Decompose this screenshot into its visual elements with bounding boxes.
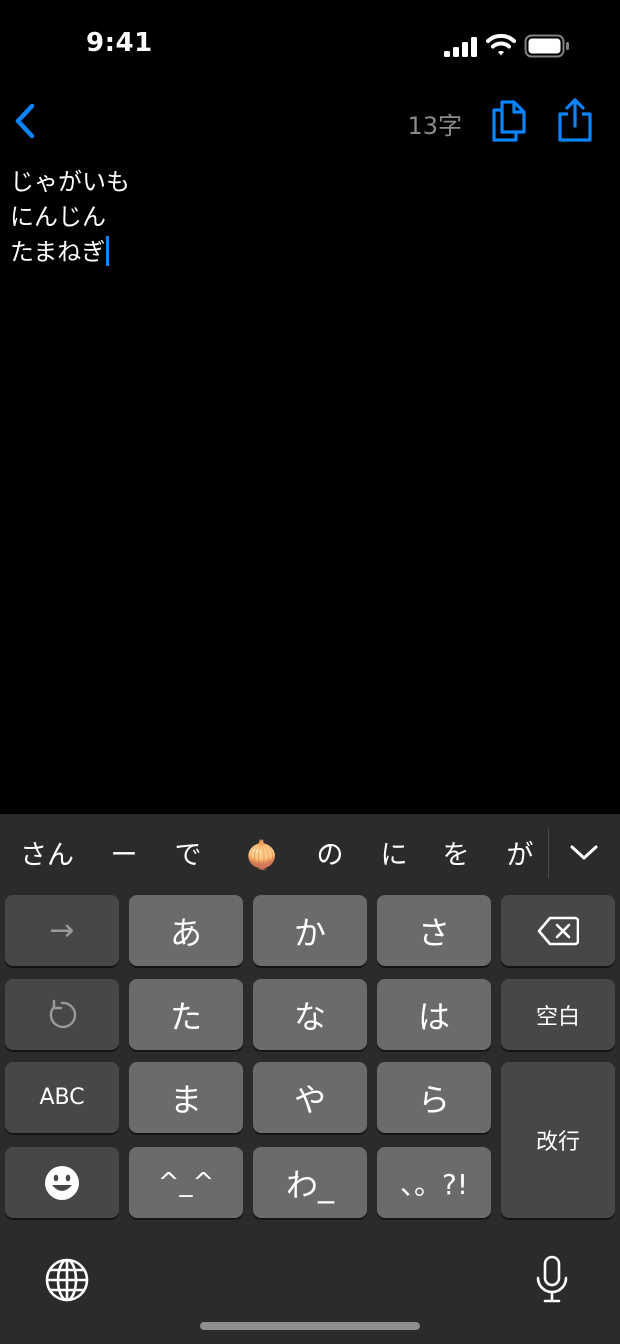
text-caret xyxy=(106,236,110,266)
battery-icon xyxy=(524,34,569,58)
home-indicator xyxy=(200,1322,420,1330)
keyboard: さん ー で 🧅 の に を が → あ か さ た な は 空白 ABC ま … xyxy=(0,814,620,1344)
key-ka[interactable]: か xyxy=(253,895,367,966)
microphone-icon xyxy=(536,1255,568,1303)
copy-button[interactable] xyxy=(488,96,532,146)
note-line: にんじん xyxy=(10,203,106,231)
key-ya[interactable]: や xyxy=(253,1062,367,1133)
delete-key[interactable] xyxy=(501,895,615,966)
abc-key[interactable]: ABC xyxy=(5,1062,119,1133)
suggestion-item[interactable]: が xyxy=(500,834,540,878)
undo-key[interactable] xyxy=(5,979,119,1050)
suggestion-item[interactable]: を xyxy=(436,834,476,878)
key-ha[interactable]: は xyxy=(377,979,491,1050)
status-time: 9:41 xyxy=(86,28,153,58)
note-line-text: たまねぎ xyxy=(10,238,106,266)
dictation-button[interactable] xyxy=(532,1254,572,1306)
key-na[interactable]: な xyxy=(253,979,367,1050)
share-button[interactable] xyxy=(552,96,598,146)
note-text-area[interactable]: じゃがいも にんじん たまねぎ xyxy=(10,165,610,785)
character-count: 13字 xyxy=(407,112,462,140)
expand-suggestions-button[interactable] xyxy=(564,834,604,874)
key-ma[interactable]: ま xyxy=(129,1062,243,1133)
status-bar: 9:41 xyxy=(0,0,620,96)
key-ra[interactable]: ら xyxy=(377,1062,491,1133)
wifi-icon xyxy=(486,33,516,56)
emoji-key[interactable] xyxy=(5,1147,119,1218)
suggestion-item[interactable]: で xyxy=(168,834,208,878)
key-ta[interactable]: た xyxy=(129,979,243,1050)
suggestion-bar: さん ー で 🧅 の に を が xyxy=(0,814,620,894)
back-button[interactable] xyxy=(6,98,46,144)
space-key[interactable]: 空白 xyxy=(501,979,615,1050)
emoji-face-icon xyxy=(45,1165,79,1200)
kaomoji-key[interactable]: ^_^ xyxy=(129,1147,243,1218)
note-line-with-caret: たまねぎ xyxy=(10,235,610,270)
share-icon xyxy=(558,98,592,142)
punctuation-key[interactable]: 、。?! xyxy=(377,1147,491,1218)
key-a[interactable]: あ xyxy=(129,895,243,966)
suggestion-item[interactable]: に xyxy=(374,834,414,878)
suggestion-item[interactable]: の xyxy=(310,834,350,878)
nav-bar: 13字 xyxy=(0,96,620,150)
suggestion-divider xyxy=(548,828,549,878)
chevron-down-icon xyxy=(570,845,598,860)
key-wa[interactable]: わ_ xyxy=(253,1147,367,1218)
chevron-left-icon xyxy=(15,103,35,139)
globe-icon xyxy=(45,1258,89,1302)
suggestion-item[interactable]: 🧅 xyxy=(240,834,284,878)
return-key[interactable]: 改行 xyxy=(501,1062,615,1218)
globe-button[interactable] xyxy=(44,1257,90,1303)
next-candidate-key[interactable]: → xyxy=(5,895,119,966)
suggestion-item[interactable]: ー xyxy=(104,834,144,878)
note-line: じゃがいも xyxy=(10,168,130,196)
suggestion-item[interactable]: さん xyxy=(12,834,82,878)
delete-backspace-icon xyxy=(537,916,579,945)
key-sa[interactable]: さ xyxy=(377,895,491,966)
cellular-signal-icon xyxy=(444,37,477,57)
copy-document-icon xyxy=(492,100,526,142)
undo-icon xyxy=(49,999,77,1028)
